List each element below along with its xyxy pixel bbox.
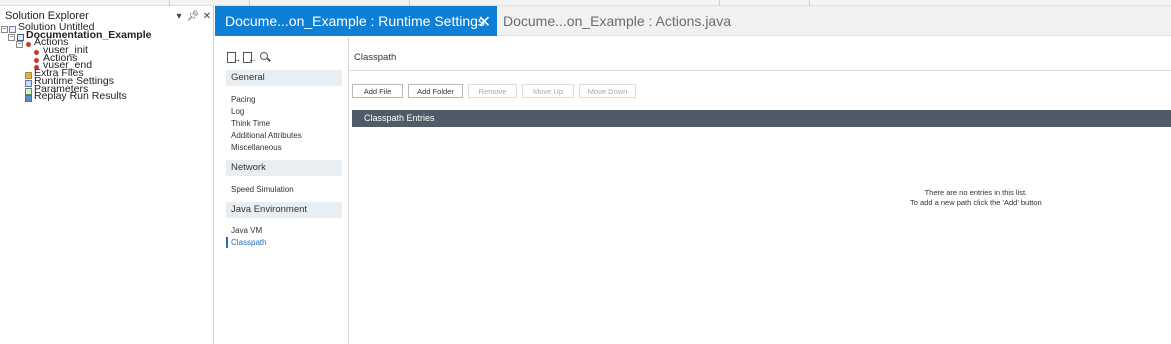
- tab-label: Docume...on_Example : Actions.java: [503, 13, 732, 29]
- project-icon: [17, 33, 24, 41]
- search-icon[interactable]: [259, 51, 271, 63]
- tree-item-project[interactable]: − Documentation_Example: [0, 30, 214, 42]
- editor-tabs-bar: Docume...on_Example : Runtime Settings ✕…: [215, 6, 1171, 36]
- folder-icon: [25, 72, 32, 80]
- replay-results-icon: [25, 95, 32, 103]
- nav-item-additional-attributes[interactable]: Additional Attributes: [231, 131, 302, 140]
- move-up-button[interactable]: Move Up: [522, 84, 574, 98]
- page-title: Classpath: [354, 52, 397, 63]
- nav-item-java-vm[interactable]: Java VM: [231, 226, 262, 235]
- add-file-button[interactable]: Add File: [352, 84, 403, 98]
- action-script-icon: [34, 50, 39, 56]
- solution-explorer-panel: Solution Explorer ▾ 📌︎ ✕ − Solution Unti…: [0, 6, 214, 344]
- tab-label: Docume...on_Example : Runtime Settings: [225, 13, 485, 29]
- nav-item-think-time[interactable]: Think Time: [231, 119, 270, 128]
- remove-button[interactable]: Remove: [468, 84, 517, 98]
- nav-item-miscellaneous[interactable]: Miscellaneous: [231, 143, 282, 152]
- tab-runtime-settings[interactable]: Docume...on_Example : Runtime Settings ✕: [215, 6, 497, 36]
- nav-item-classpath[interactable]: Classpath: [231, 238, 267, 247]
- nav-group-network: Network: [226, 160, 342, 176]
- solution-icon: [9, 26, 16, 33]
- classpath-entries-header: Classpath Entries: [352, 110, 1171, 127]
- tree-item-vuser-end[interactable]: vuser_end: [0, 60, 214, 72]
- collapse-toggle-icon[interactable]: −: [1, 26, 8, 33]
- pin-icon[interactable]: 📌︎: [186, 11, 200, 22]
- classpath-toolbar: Add File Add Folder Remove Move Up Move …: [352, 84, 636, 98]
- tree-item-actions-folder[interactable]: − Actions: [0, 37, 214, 49]
- tree-item-actions[interactable]: Actions: [0, 53, 214, 65]
- dropdown-icon[interactable]: ▾: [172, 11, 186, 22]
- close-icon[interactable]: ✕: [200, 11, 214, 22]
- nav-group-java-environment: Java Environment: [226, 202, 342, 218]
- solution-tree: − Solution Untitled − Documentation_Exam…: [0, 22, 214, 103]
- tree-item-label: Replay Run Results: [34, 90, 127, 103]
- tree-item-runtime-settings[interactable]: Runtime Settings: [0, 76, 214, 88]
- export-icon[interactable]: ←: [243, 51, 257, 64]
- settings-icon: [25, 79, 32, 87]
- move-down-button[interactable]: Move Down: [579, 84, 636, 98]
- nav-item-speed-simulation[interactable]: Speed Simulation: [231, 185, 294, 194]
- close-tab-icon[interactable]: ✕: [478, 12, 491, 32]
- actions-folder-icon: [26, 42, 31, 48]
- runtime-settings-nav: → ← General Pacing Log Think Time Additi…: [215, 37, 349, 344]
- action-script-icon: [34, 57, 39, 63]
- tree-item-replay-run-results[interactable]: Replay Run Results: [0, 90, 214, 103]
- parameters-icon: [25, 87, 32, 95]
- nav-group-general: General: [226, 70, 342, 86]
- empty-list-message: There are no entries in this list. To ad…: [910, 188, 1042, 207]
- add-folder-button[interactable]: Add Folder: [408, 84, 463, 98]
- classpath-content: Classpath Add File Add Folder Remove Mov…: [350, 37, 1171, 344]
- collapse-toggle-icon[interactable]: −: [16, 41, 23, 49]
- import-icon[interactable]: →: [227, 51, 241, 64]
- tree-item-vuser-init[interactable]: vuser_init: [0, 45, 214, 57]
- nav-toolbar: → ←: [227, 51, 271, 65]
- divider: [350, 70, 1171, 71]
- empty-message-line: There are no entries in this list.: [924, 188, 1028, 197]
- nav-item-pacing[interactable]: Pacing: [231, 95, 255, 104]
- tab-actions-java[interactable]: Docume...on_Example : Actions.java: [503, 6, 803, 36]
- collapse-toggle-icon[interactable]: −: [8, 33, 15, 41]
- selection-indicator: [226, 237, 228, 248]
- nav-item-log[interactable]: Log: [231, 107, 244, 116]
- empty-message-hint: To add a new path click the 'Add' button: [910, 197, 1042, 207]
